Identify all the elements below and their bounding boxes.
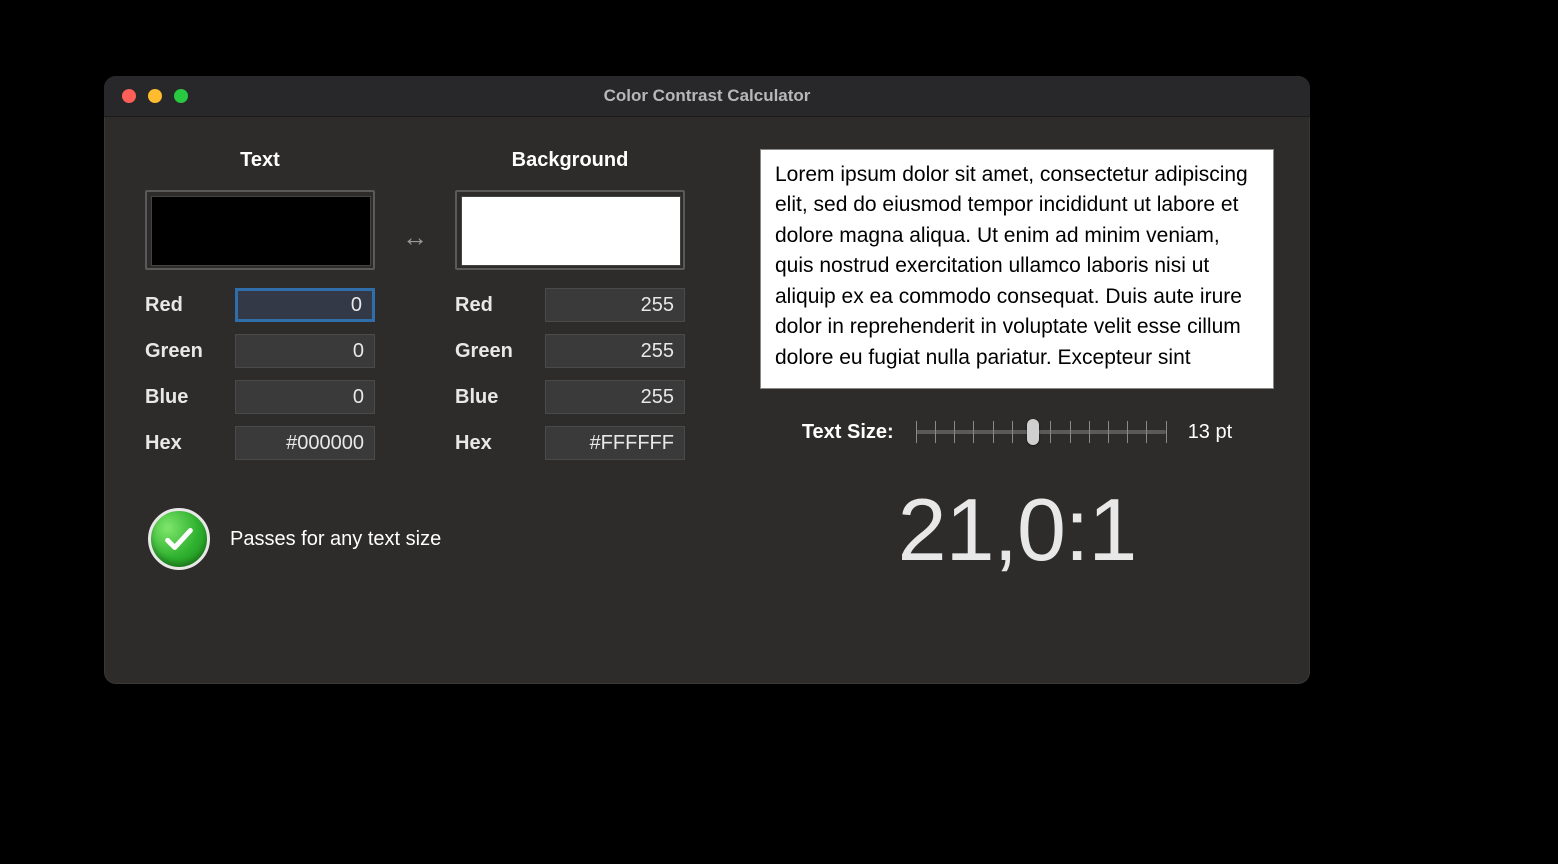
text-color-heading: Text (240, 149, 280, 172)
zoom-window-button[interactable] (174, 89, 188, 103)
text-size-label: Text Size: (802, 421, 894, 444)
text-hex-label: Hex (145, 432, 182, 455)
preview-text-box: Lorem ipsum dolor sit amet, consectetur … (760, 149, 1274, 389)
minimize-window-button[interactable] (148, 89, 162, 103)
text-green-label: Green (145, 340, 203, 363)
content-area: Text Red Green Blue (104, 117, 1310, 684)
text-color-swatch-inner (151, 196, 371, 266)
bg-hex-input[interactable] (545, 426, 685, 460)
bg-red-input[interactable] (545, 288, 685, 322)
bg-red-label: Red (455, 294, 493, 317)
text-size-value: 13 pt (1188, 421, 1232, 444)
swap-column: ↔ (402, 187, 428, 287)
bg-blue-label: Blue (455, 386, 498, 409)
app-window: Color Contrast Calculator Text Red Green (104, 76, 1310, 684)
background-color-swatch[interactable] (455, 190, 685, 270)
colors-panel: Text Red Green Blue (140, 149, 720, 661)
contrast-ratio-display: 21,0:1 (760, 479, 1274, 581)
text-red-label: Red (145, 294, 183, 317)
text-blue-label: Blue (145, 386, 188, 409)
result-message: Passes for any text size (230, 528, 441, 551)
background-color-column: Background Red Green Blue (450, 149, 690, 472)
swap-icon[interactable]: ↔ (402, 222, 428, 253)
text-size-row: Text Size: (760, 417, 1274, 447)
window-controls (104, 89, 188, 103)
text-color-column: Text Red Green Blue (140, 149, 380, 472)
text-red-input[interactable] (235, 288, 375, 322)
titlebar: Color Contrast Calculator (104, 76, 1310, 117)
window-title: Color Contrast Calculator (104, 86, 1310, 106)
preview-panel: Lorem ipsum dolor sit amet, consectetur … (760, 149, 1274, 661)
close-window-button[interactable] (122, 89, 136, 103)
text-hex-input[interactable] (235, 426, 375, 460)
text-green-input[interactable] (235, 334, 375, 368)
bg-blue-input[interactable] (545, 380, 685, 414)
text-size-slider[interactable] (916, 417, 1166, 447)
background-color-heading: Background (512, 149, 629, 172)
pass-check-icon (148, 508, 210, 570)
bg-hex-label: Hex (455, 432, 492, 455)
bg-green-input[interactable] (545, 334, 685, 368)
text-blue-input[interactable] (235, 380, 375, 414)
text-color-swatch[interactable] (145, 190, 375, 270)
result-row: Passes for any text size (140, 508, 720, 570)
background-color-swatch-inner (461, 196, 681, 266)
text-size-slider-thumb[interactable] (1027, 419, 1039, 445)
bg-green-label: Green (455, 340, 513, 363)
